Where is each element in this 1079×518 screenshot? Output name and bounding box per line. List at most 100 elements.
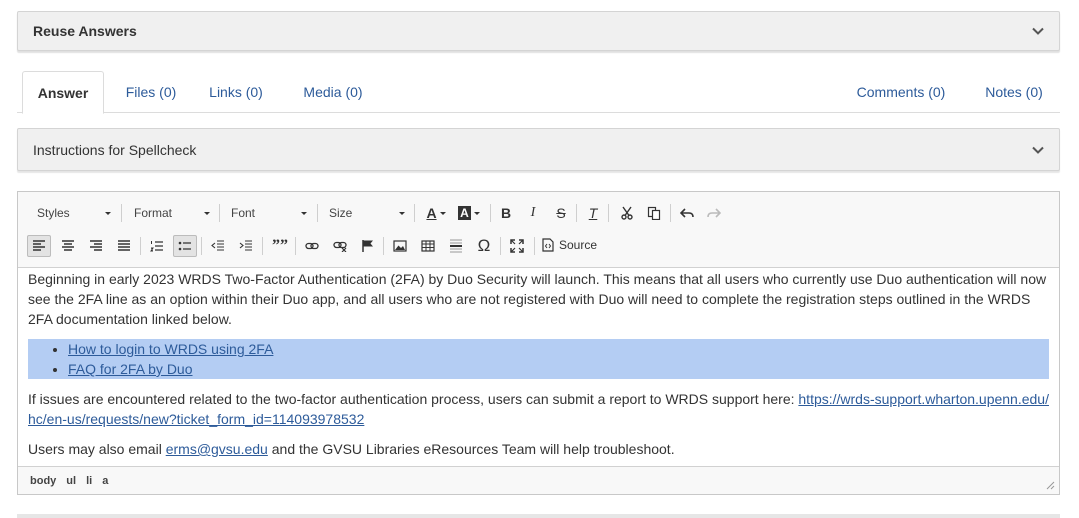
italic-button[interactable]: I [521, 202, 545, 224]
toolbar-separator [490, 204, 491, 222]
answer-tabs: Answer Files (0) Links (0) Media (0) Com… [17, 71, 1060, 114]
list-item: How to login to WRDS using 2FA [68, 339, 1049, 359]
tab-links[interactable]: Links (0) [205, 71, 267, 113]
styles-dropdown[interactable]: Styles [35, 202, 115, 224]
email-link[interactable]: erms@gvsu.edu [166, 441, 268, 457]
content-paragraph: Beginning in early 2023 WRDS Two-Factor … [28, 271, 1047, 327]
toolbar-separator [576, 204, 577, 222]
tab-files[interactable]: Files (0) [117, 71, 185, 113]
align-center-icon [62, 240, 74, 251]
strikethrough-button[interactable]: S [549, 202, 573, 224]
spellcheck-title: Instructions for Spellcheck [33, 141, 197, 158]
align-center-button[interactable] [56, 235, 80, 257]
toolbar-separator [534, 237, 535, 255]
chevron-down-icon[interactable] [1031, 143, 1045, 157]
path-body[interactable]: body [30, 475, 56, 487]
content-paragraph: If issues are encountered related to the… [28, 389, 1049, 429]
tab-media[interactable]: Media (0) [295, 71, 371, 113]
indent-icon [239, 240, 252, 251]
toolbar-separator [500, 237, 501, 255]
toolbar-separator [201, 237, 202, 255]
spellcheck-panel-header[interactable]: Instructions for Spellcheck [17, 128, 1060, 171]
chevron-down-icon[interactable] [1031, 24, 1045, 38]
tab-answer[interactable]: Answer [22, 71, 104, 114]
increase-indent-button[interactable] [234, 235, 258, 257]
align-left-button[interactable] [27, 235, 51, 257]
font-dropdown[interactable]: Font [229, 202, 311, 224]
toolbar-separator [262, 237, 263, 255]
remove-format-button[interactable]: T [581, 202, 605, 224]
caret-down-icon [473, 211, 480, 215]
caret-down-icon [301, 211, 307, 215]
font-label: Font [231, 206, 256, 220]
maximize-icon [510, 239, 524, 253]
tab-notes[interactable]: Notes (0) [977, 71, 1051, 113]
toolbar-separator [140, 237, 141, 255]
toolbar-separator [295, 237, 296, 255]
align-justify-icon [118, 240, 130, 251]
tab-comments[interactable]: Comments (0) [851, 71, 951, 113]
copy-button[interactable] [642, 202, 666, 224]
numbered-list-button[interactable] [145, 235, 169, 257]
align-left-icon [33, 240, 45, 251]
toolbar-separator [414, 204, 415, 222]
toolbar-separator [608, 204, 609, 222]
toolbar-separator [219, 204, 220, 222]
undo-button[interactable] [675, 202, 699, 224]
caret-down-icon [399, 211, 405, 215]
blockquote-icon: ”” [272, 237, 288, 254]
rich-text-editor: Styles Format Font Size A A B I S T ”” Ω… [17, 191, 1060, 495]
size-dropdown[interactable]: Size [327, 202, 409, 224]
align-right-icon [90, 240, 102, 251]
link-list: How to login to WRDS using 2FA FAQ for 2… [28, 339, 1049, 379]
list-item: FAQ for 2FA by Duo [68, 359, 1049, 379]
outdent-icon [211, 240, 224, 251]
path-a[interactable]: a [102, 475, 108, 487]
path-li[interactable]: li [86, 475, 92, 487]
table-icon [421, 240, 435, 252]
reuse-answers-title: Reuse Answers [33, 23, 137, 39]
source-button[interactable]: Source [542, 234, 597, 256]
special-character-button[interactable]: Ω [472, 235, 496, 257]
editor-content[interactable]: Beginning in early 2023 WRDS Two-Factor … [28, 269, 1049, 459]
unlink-button[interactable] [328, 235, 352, 257]
content-paragraph: Users may also email erms@gvsu.edu and t… [28, 439, 1049, 459]
background-color-button[interactable]: A [454, 202, 484, 224]
undo-icon [680, 208, 694, 218]
source-label: Source [559, 238, 598, 252]
email-text-after: and the GVSU Libraries eResources Team w… [267, 441, 675, 457]
reuse-answers-panel-header[interactable]: Reuse Answers [17, 11, 1060, 51]
maximize-button[interactable] [505, 235, 529, 257]
styles-label: Styles [37, 206, 70, 220]
align-right-button[interactable] [84, 235, 108, 257]
faq-2fa-link[interactable]: FAQ for 2FA by Duo [68, 361, 193, 377]
table-button[interactable] [416, 235, 440, 257]
numbered-list-icon [150, 241, 163, 252]
copy-icon [647, 206, 661, 220]
decrease-indent-button[interactable] [206, 235, 230, 257]
scissors-icon [621, 206, 633, 220]
resize-handle-icon[interactable] [1045, 480, 1055, 490]
toolbar-separator [317, 204, 318, 222]
image-button[interactable] [388, 235, 412, 257]
caret-down-icon [105, 211, 111, 215]
wrds-login-link[interactable]: How to login to WRDS using 2FA [68, 341, 273, 357]
remove-format-icon: T [588, 205, 598, 221]
bulleted-list-button[interactable] [173, 235, 197, 257]
unlink-icon [333, 241, 347, 252]
text-color-icon: A [426, 205, 437, 221]
redo-button[interactable] [702, 202, 726, 224]
text-color-button[interactable]: A [421, 202, 451, 224]
justify-button[interactable] [112, 235, 136, 257]
anchor-button[interactable] [356, 235, 380, 257]
image-icon [393, 240, 407, 252]
redo-icon [707, 208, 721, 218]
bold-button[interactable]: B [494, 202, 518, 224]
blockquote-button[interactable]: ”” [268, 235, 292, 257]
format-dropdown[interactable]: Format [132, 202, 214, 224]
horizontal-line-button[interactable] [444, 235, 468, 257]
caret-down-icon [439, 211, 446, 215]
cut-button[interactable] [615, 202, 639, 224]
path-ul[interactable]: ul [66, 475, 76, 487]
link-button[interactable] [300, 235, 324, 257]
